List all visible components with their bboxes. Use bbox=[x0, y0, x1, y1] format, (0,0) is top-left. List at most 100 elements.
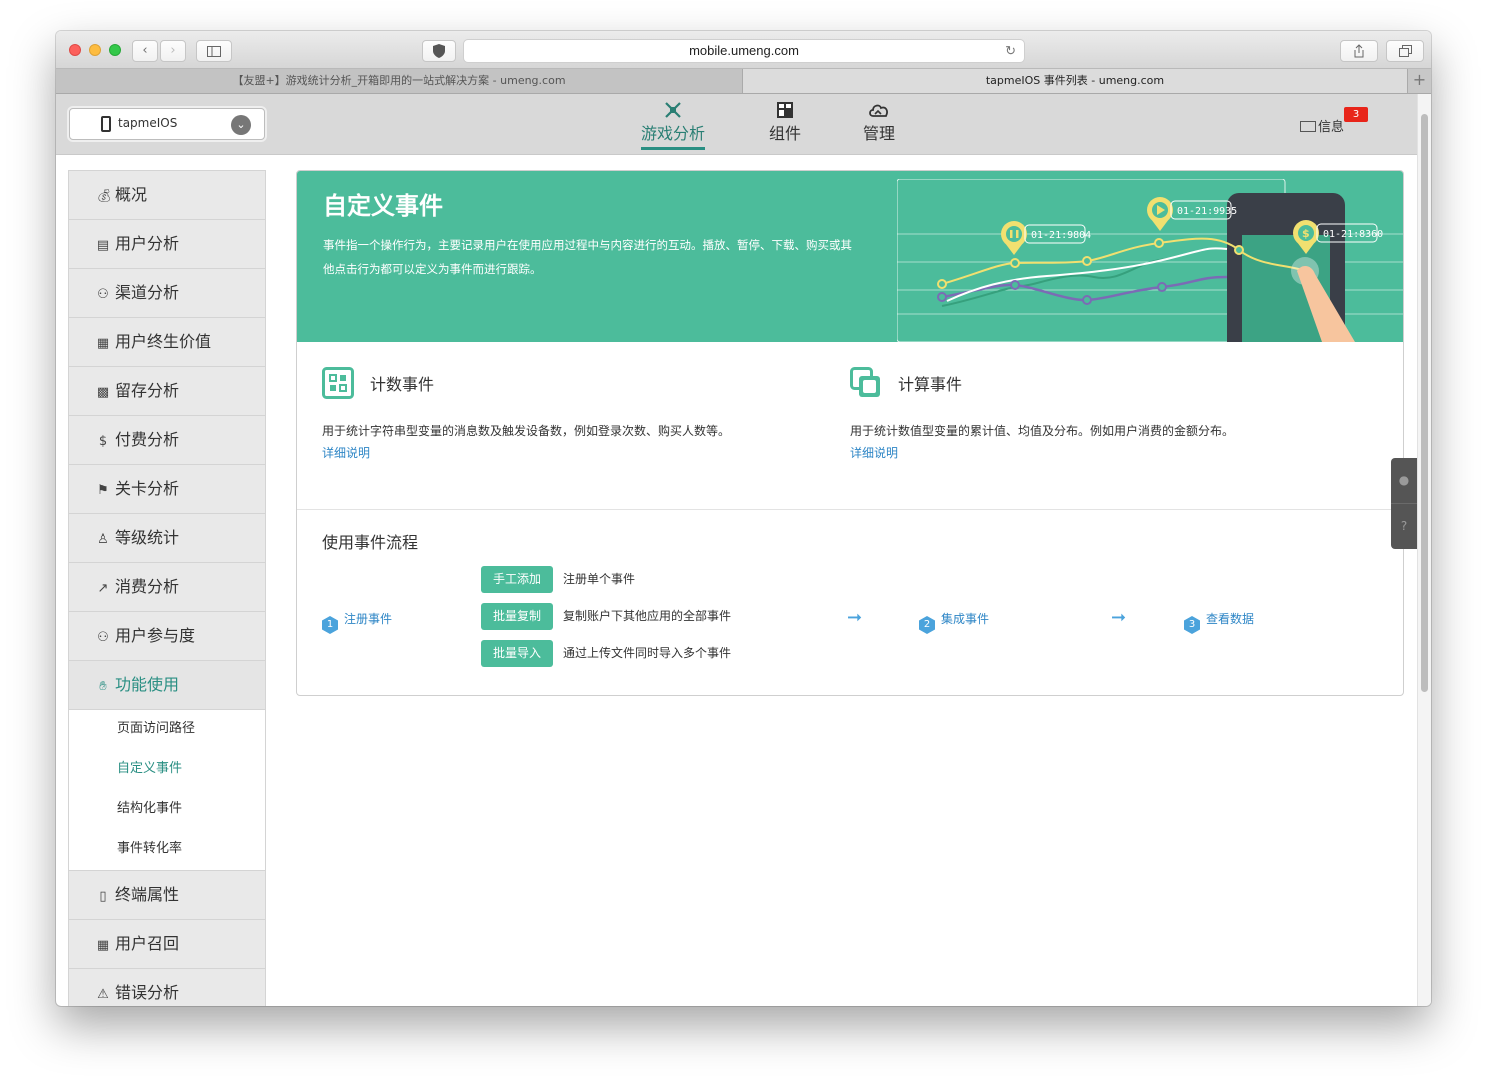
details-link[interactable]: 详细说明 bbox=[322, 444, 370, 461]
tab-label: 【友盟+】游戏统计分析_开箱即用的一站式解决方案 - umeng.com bbox=[232, 74, 566, 87]
sidebar-item-payment[interactable]: $ 付费分析 bbox=[69, 416, 265, 465]
sidebar-item-label: 用户分析 bbox=[115, 234, 180, 253]
batch-copy-button[interactable]: 批量复制 bbox=[481, 603, 553, 630]
sidebar-item-label: 错误分析 bbox=[115, 983, 180, 1002]
messages-link[interactable]: 信息 bbox=[1300, 116, 1344, 135]
app-selector[interactable]: tapmeIOS ⌄ bbox=[69, 108, 265, 140]
sidebar-item-label: 终端属性 bbox=[115, 885, 180, 904]
method-batch-copy: 批量复制 复制账户下其他应用的全部事件 bbox=[481, 603, 731, 630]
sidebar-item-device-attributes[interactable]: ▯ 终端属性 bbox=[69, 871, 265, 920]
manual-add-button[interactable]: 手工添加 bbox=[481, 566, 553, 593]
users-icon: ⚇ bbox=[97, 287, 109, 302]
zoom-window-button[interactable] bbox=[109, 44, 121, 56]
value-icon: ▦ bbox=[96, 336, 110, 351]
count-event-icon bbox=[322, 367, 354, 399]
users-icon: ⚇ bbox=[97, 630, 109, 645]
show-tabs-button[interactable] bbox=[1386, 40, 1424, 62]
nav-management[interactable]: 管理 bbox=[862, 102, 896, 144]
submenu-item-structured-events[interactable]: 结构化事件 bbox=[69, 790, 265, 830]
sidebar-item-overview[interactable]: 💰︎ 概况 bbox=[69, 171, 265, 220]
sidebar-item-levels[interactable]: ⚑ 关卡分析 bbox=[69, 465, 265, 514]
phone-icon bbox=[101, 116, 111, 132]
sidebar-item-engagement[interactable]: ⚇ 用户参与度 bbox=[69, 612, 265, 661]
vertical-scrollbar[interactable] bbox=[1417, 94, 1431, 1006]
nav-components[interactable]: 组件 bbox=[768, 102, 802, 144]
sidebar-item-feature-usage[interactable]: ✋︎ 功能使用 bbox=[69, 661, 265, 710]
minimize-window-button[interactable] bbox=[89, 44, 101, 56]
callout-label: 01-21:9804 bbox=[1031, 230, 1091, 241]
step-number: 2 bbox=[919, 616, 935, 634]
privacy-button[interactable] bbox=[422, 40, 456, 62]
sidebar-item-user-recall[interactable]: ▦ 用户召回 bbox=[69, 920, 265, 969]
forward-button[interactable]: › bbox=[160, 40, 186, 62]
sidebar-item-label: 用户召回 bbox=[115, 934, 180, 953]
address-bar[interactable]: mobile.umeng.com ↻ bbox=[463, 39, 1025, 63]
svg-text:$: $ bbox=[1302, 227, 1310, 240]
sidebar-item-error-analysis[interactable]: ⚠︎ 错误分析 bbox=[69, 969, 265, 1006]
coins-icon: $ bbox=[98, 434, 108, 449]
batch-import-button[interactable]: 批量导入 bbox=[481, 640, 553, 667]
sidebar-toggle-button[interactable] bbox=[196, 40, 232, 62]
sidebar-item-label: 用户终生价值 bbox=[115, 332, 212, 351]
back-button[interactable]: ‹ bbox=[132, 40, 158, 62]
messages-count-badge: 3 bbox=[1344, 107, 1368, 122]
submenu-item-custom-events[interactable]: 自定义事件 bbox=[69, 750, 265, 790]
details-link[interactable]: 详细说明 bbox=[850, 444, 898, 461]
submenu-item-page-path[interactable]: 页面访问路径 bbox=[69, 710, 265, 750]
new-tab-button[interactable]: + bbox=[1407, 69, 1431, 93]
custom-events-panel: 自定义事件 事件指一个操作行为，主要记录用户在使用应用过程中与内容进行的互动。播… bbox=[296, 170, 1404, 696]
sidebar-icon bbox=[207, 46, 221, 57]
sidebar-item-label: 渠道分析 bbox=[115, 283, 180, 302]
share-button[interactable] bbox=[1340, 40, 1378, 62]
app-header: tapmeIOS ⌄ 游戏分析 组件 管理 信息 3 bbox=[56, 94, 1417, 155]
sidebar-item-label: 付费分析 bbox=[115, 430, 180, 449]
chevron-down-icon: ⌄ bbox=[231, 115, 251, 135]
step-integrate-event[interactable]: 2 集成事件 bbox=[919, 610, 989, 634]
sidebar-item-retention[interactable]: ▩ 留存分析 bbox=[69, 367, 265, 416]
method-manual-add: 手工添加 注册单个事件 bbox=[481, 566, 635, 593]
flag-icon: ⚑ bbox=[97, 483, 109, 498]
sidebar-item-grade-stats[interactable]: ♙ 等级统计 bbox=[69, 514, 265, 563]
close-window-button[interactable] bbox=[69, 44, 81, 56]
method-batch-import: 批量导入 通过上传文件同时导入多个事件 bbox=[481, 640, 731, 667]
sidebar-item-label: 消费分析 bbox=[115, 577, 180, 596]
arrow-right-icon: ➞ bbox=[1111, 607, 1127, 628]
sidebar-item-label: 功能使用 bbox=[115, 675, 180, 694]
step-number: 1 bbox=[322, 616, 338, 634]
section-divider bbox=[297, 509, 1403, 510]
tabs-icon bbox=[1398, 45, 1412, 57]
nav-game-analytics[interactable]: 游戏分析 bbox=[641, 102, 705, 150]
hero-banner: 自定义事件 事件指一个操作行为，主要记录用户在使用应用过程中与内容进行的互动。播… bbox=[297, 171, 1403, 342]
level-icon: ♙ bbox=[97, 532, 109, 547]
messages-label: 信息 bbox=[1318, 120, 1345, 135]
share-icon bbox=[1354, 44, 1364, 58]
callout-label: 01-21:9935 bbox=[1177, 206, 1237, 217]
sidebar-item-label: 等级统计 bbox=[115, 528, 180, 547]
chat-bubble-icon[interactable]: ● bbox=[1391, 458, 1417, 503]
tablet-icon: ▯ bbox=[99, 889, 107, 904]
scrollbar-thumb[interactable] bbox=[1421, 114, 1428, 692]
help-question-icon[interactable]: ? bbox=[1391, 503, 1417, 548]
calc-event-icon bbox=[850, 367, 880, 397]
card-title: 计算事件 bbox=[898, 375, 963, 394]
reload-icon[interactable]: ↻ bbox=[1005, 40, 1016, 62]
warning-icon: ⚠︎ bbox=[97, 987, 109, 1002]
sidebar-item-lifetime-value[interactable]: ▦ 用户终生价值 bbox=[69, 318, 265, 367]
browser-tab-active[interactable]: tapmeIOS 事件列表 - umeng.com bbox=[743, 69, 1407, 93]
sidebar-item-consumption[interactable]: ↗ 消费分析 bbox=[69, 563, 265, 612]
step-label: 注册事件 bbox=[344, 612, 393, 626]
step-register-event[interactable]: 1 注册事件 bbox=[322, 610, 392, 634]
card-description: 用于统计字符串型变量的消息数及触发设备数，例如登录次数、购买人数等。 bbox=[322, 424, 731, 438]
chevron-right-icon: › bbox=[170, 43, 176, 58]
sidebar-item-label: 关卡分析 bbox=[115, 479, 180, 498]
components-icon bbox=[777, 102, 793, 118]
browser-tab[interactable]: 【友盟+】游戏统计分析_开箱即用的一站式解决方案 - umeng.com bbox=[56, 69, 743, 93]
step-view-data[interactable]: 3 查看数据 bbox=[1184, 610, 1254, 634]
tab-label: tapmeIOS 事件列表 - umeng.com bbox=[985, 74, 1165, 87]
money-bag-icon: 💰︎ bbox=[96, 189, 113, 204]
sidebar-item-channel-analysis[interactable]: ⚇ 渠道分析 bbox=[69, 269, 265, 318]
submenu-item-event-conversion[interactable]: 事件转化率 bbox=[69, 830, 265, 870]
sidebar-item-user-analysis[interactable]: ▤ 用户分析 bbox=[69, 220, 265, 269]
tab-bar: 【友盟+】游戏统计分析_开箱即用的一站式解决方案 - umeng.com tap… bbox=[56, 69, 1431, 94]
url-text: mobile.umeng.com bbox=[689, 43, 799, 58]
